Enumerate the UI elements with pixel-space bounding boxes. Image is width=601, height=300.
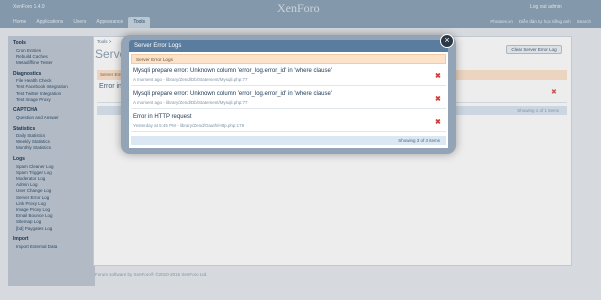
modal-footer: Showing 3 of 3 items xyxy=(131,136,446,145)
delete-icon[interactable]: ✖ xyxy=(435,72,441,80)
server-error-modal: Server Error Logs × Server Error Logs My… xyxy=(121,34,456,154)
modal-title: Server Error Logs xyxy=(129,40,448,52)
error-meta: Yesterday at 5:45 PM - library/Zend/Oaut… xyxy=(133,123,245,128)
error-title[interactable]: Error in HTTP request xyxy=(133,114,192,120)
modal-body: Server Error Logs Mysqli prepare error: … xyxy=(129,52,448,148)
close-icon[interactable]: × xyxy=(440,34,454,48)
delete-icon[interactable]: ✖ xyxy=(435,95,441,103)
modal-subheader: Server Error Logs xyxy=(131,54,446,64)
error-meta: A moment ago - library/Zend/Db/Statement… xyxy=(133,100,248,105)
error-meta: A moment ago - library/Zend/Db/Statement… xyxy=(133,77,248,82)
delete-icon[interactable]: ✖ xyxy=(435,118,441,126)
error-row[interactable]: Error in HTTP request Yesterday at 5:45 … xyxy=(131,112,446,132)
error-title[interactable]: Mysqli prepare error: Unknown column 'er… xyxy=(133,91,332,97)
error-title[interactable]: Mysqli prepare error: Unknown column 'er… xyxy=(133,68,332,74)
error-row[interactable]: Mysqli prepare error: Unknown column 'er… xyxy=(131,89,446,109)
error-row[interactable]: Mysqli prepare error: Unknown column 'er… xyxy=(131,66,446,86)
